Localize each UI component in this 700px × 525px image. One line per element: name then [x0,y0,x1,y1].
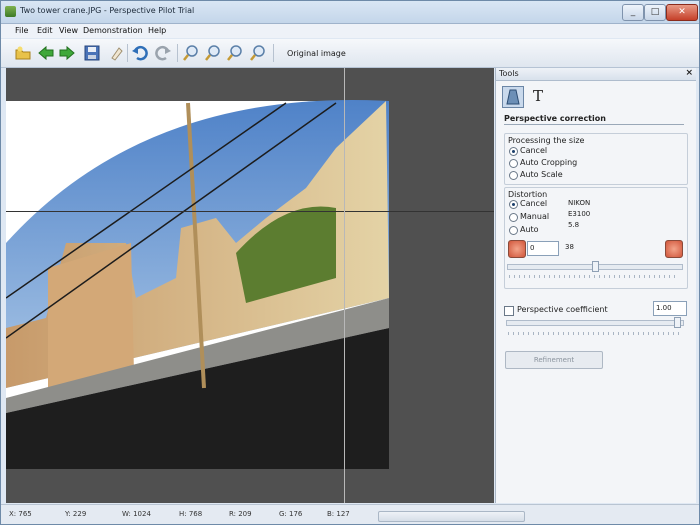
refinement-button[interactable]: Refinement [505,351,603,369]
tools-header: Tools × [496,68,696,81]
distortion-slider[interactable] [507,261,683,272]
processing-size-group: Processing the size Cancel Auto Cropping… [504,133,688,185]
app-window: Two tower crane.JPG - Perspective Pilot … [0,0,700,525]
distortion-left-button[interactable] [508,240,526,258]
menu-view[interactable]: View [59,26,78,35]
app-icon [5,6,16,17]
radio-dot [509,226,518,235]
zoom-fit-icon[interactable] [226,44,244,62]
perspective-slider-thumb[interactable] [674,317,681,328]
text-tool-tab[interactable]: T [528,86,548,106]
radio-label: Cancel [520,199,548,208]
distortion-value-input[interactable]: 0 [527,241,559,256]
forward-arrow-icon[interactable] [58,44,76,62]
radio-dot [509,171,518,180]
horizontal-scrollbar[interactable] [378,511,525,522]
status-y: Y: 229 [65,510,87,518]
zoom-out-icon[interactable] [204,44,222,62]
open-icon[interactable] [14,44,32,62]
radio-label: Cancel [520,146,548,155]
distortion-right-button[interactable] [665,240,683,258]
camera-model: E3100 [568,210,591,218]
perspective-coefficient-input[interactable]: 1.00 [653,301,687,316]
menu-demonstration[interactable]: Demonstration [83,26,143,35]
maximize-button[interactable]: □ [644,4,666,21]
radio-label: Manual [520,212,550,221]
zoom-actual-icon[interactable] [249,44,267,62]
perspective-coefficient-label: Perspective coefficient [517,305,608,314]
distortion-title: Distortion [508,190,548,199]
camera-focal: 5.8 [568,221,580,229]
window-title: Two tower crane.JPG - Perspective Pilot … [20,6,195,15]
close-button[interactable]: ✕ [666,4,698,21]
title-bar[interactable]: Two tower crane.JPG - Perspective Pilot … [1,1,699,24]
menu-file[interactable]: File [15,26,28,35]
processing-size-title: Processing the size [508,136,585,145]
status-bar: X: 765 Y: 229 W: 1024 H: 768 R: 209 G: 1… [1,504,699,524]
distortion-group: Distortion Cancel Manual Auto NIKON E310… [504,187,688,289]
save-icon[interactable] [83,44,101,62]
back-arrow-icon[interactable] [37,44,55,62]
toolbar: Original image [1,39,699,68]
menu-bar: File Edit View Demonstration Help [1,24,699,38]
radio-label: Auto Cropping [520,158,578,167]
perspective-slider[interactable] [506,317,684,328]
status-h: H: 768 [179,510,203,518]
tools-title: Tools [499,69,519,78]
menu-edit[interactable]: Edit [37,26,53,35]
undo-icon[interactable] [131,44,149,62]
radio-dot [509,159,518,168]
minimize-button[interactable]: _ [622,4,644,21]
zoom-in-icon[interactable] [182,44,200,62]
radio-dot [509,147,518,156]
perspective-tab[interactable] [502,86,524,108]
status-r: R: 209 [229,510,252,518]
toolbar-separator [273,44,274,62]
original-image-button[interactable]: Original image [287,49,346,58]
status-g: G: 176 [279,510,303,518]
perspective-correction-title: Perspective correction [504,114,606,123]
perspective-coefficient-checkbox[interactable] [504,306,514,316]
status-b: B: 127 [327,510,350,518]
radio-dot [509,213,518,222]
radio-label: Auto [520,225,539,234]
image-canvas[interactable] [6,68,494,503]
radio-dot [509,200,518,209]
radio-label: Auto Scale [520,170,563,179]
focal-length-value: 38 [565,243,574,251]
distortion-ticks [509,275,679,278]
status-w: W: 1024 [122,510,151,518]
toolbar-separator [127,44,128,62]
tools-panel: Tools × T Perspective correction Process… [495,68,696,503]
photo-preview [6,68,494,503]
clear-icon[interactable] [107,44,125,62]
section-divider [504,124,684,125]
toolbar-separator [177,44,178,62]
camera-make: NIKON [568,199,591,207]
status-x: X: 765 [9,510,32,518]
tools-close-icon[interactable]: × [685,68,693,78]
perspective-ticks [508,332,680,335]
menu-help[interactable]: Help [148,26,166,35]
redo-icon[interactable] [154,44,172,62]
distortion-slider-thumb[interactable] [592,261,599,272]
